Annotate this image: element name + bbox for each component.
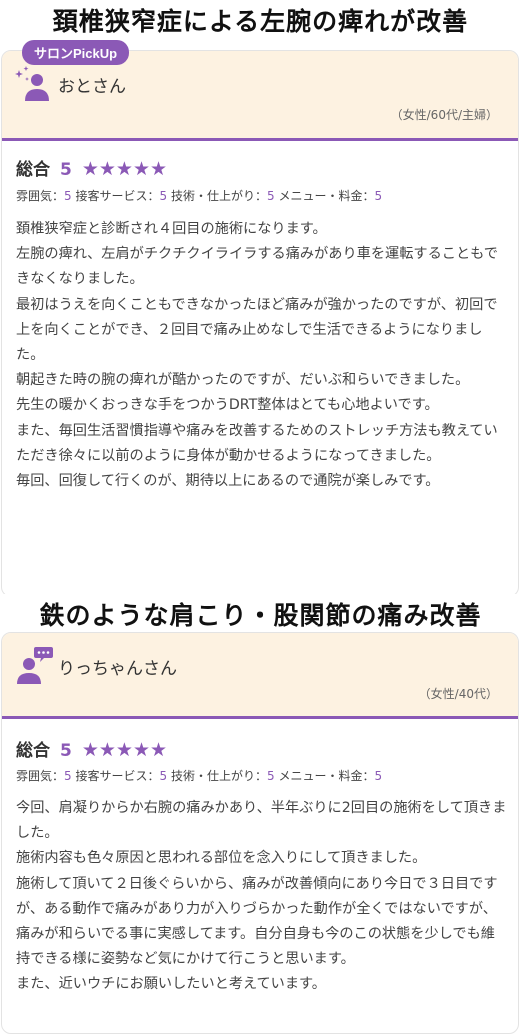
- star-rating-icon: ★★★★★: [81, 158, 168, 180]
- review-paragraph: 毎回、回復して行くのが、期待以上にあるので通院が楽しみです。: [16, 473, 440, 490]
- review-header: りっちゃんさん （女性/40代）: [2, 633, 518, 719]
- sub-rating-label: 雰囲気：: [16, 769, 65, 783]
- review-paragraph: 頚椎狭窄症と診断され４回目の施術になります。: [16, 221, 327, 237]
- overall-label: 総合: [16, 160, 50, 180]
- sub-rating-label: メニュー・料金：: [278, 189, 375, 203]
- sub-rating-label: メニュー・料金：: [278, 769, 375, 783]
- star-rating-icon: ★★★★★: [81, 739, 168, 761]
- sub-rating-value: 5: [374, 769, 383, 783]
- overall-label: 総合: [16, 741, 50, 761]
- overall-score: 5: [60, 741, 72, 761]
- sub-rating-value: 5: [266, 769, 275, 783]
- review-card-2: りっちゃんさん （女性/40代） 総合 5 ★★★★★ 雰囲気：5 接客サービス…: [1, 632, 519, 1034]
- review-body: 頚椎狭窄症と診断され４回目の施術になります。 左腕の痺れ、左肩がチクチクイライラ…: [16, 217, 508, 494]
- review-card-1: おとさん （女性/60代/主婦） 総合 5 ★★★★★ 雰囲気：5 接客サービス…: [1, 50, 519, 597]
- sparkle-user-icon: [14, 65, 50, 107]
- sub-rating-label: 接客サービス：: [75, 769, 160, 783]
- review-paragraph: 先生の暖かくおっきな手をつかうDRT整体はとても心地よいです。: [16, 397, 439, 414]
- rating-row: 総合 5 ★★★★★: [16, 736, 167, 761]
- overall-score: 5: [60, 160, 72, 180]
- sub-rating-value: 5: [64, 769, 72, 783]
- rating-row: 総合 5 ★★★★★: [16, 155, 167, 180]
- reviewer-demographic: （女性/40代）: [418, 687, 498, 701]
- review-paragraph: 最初はうえを向くこともできなかったほど痛みが強かったのですが、初回で上を向くこと…: [16, 296, 498, 364]
- sub-rating-value: 5: [159, 769, 168, 783]
- review-paragraph: 施術して頂いて２日後ぐらいから、痛みが改善傾向にあり今日で３日目ですが、ある動作…: [16, 875, 498, 968]
- review-paragraph: 今回、肩凝りからか右腕の痛みかあり、半年ぶりに2回目の施術をして頂きました。: [16, 800, 507, 842]
- sub-rating-value: 5: [64, 189, 72, 203]
- sub-rating-value: 5: [374, 189, 383, 203]
- review-paragraph: また、近いウチにお願いしたいと考えています。: [16, 976, 326, 993]
- review-paragraph: また、毎回生活習慣指導や痛みを改善するためのストレッチ方法も教えていただき徐々に…: [16, 422, 498, 464]
- reviewer-demographic: （女性/60代/主婦）: [390, 108, 498, 122]
- salon-pickup-badge: サロンPickUp: [22, 40, 130, 65]
- sub-rating-label: 雰囲気：: [16, 189, 65, 203]
- reviewer-name: りっちゃんさん: [58, 659, 177, 679]
- sub-rating-label: 技術・仕上がり：: [170, 189, 267, 203]
- sub-rating-value: 5: [266, 189, 275, 203]
- sub-ratings: 雰囲気：5 接客サービス：5 技術・仕上がり：5 メニュー・料金：5: [16, 767, 382, 784]
- sub-ratings: 雰囲気：5 接客サービス：5 技術・仕上がり：5 メニュー・料金：5: [16, 187, 382, 204]
- headline-2: 鉄のような肩こり・股関節の痛み改善: [0, 594, 521, 634]
- review-paragraph: 左腕の痺れ、左肩がチクチクイライラする痛みがあり車を運転することもできなくなりま…: [16, 246, 498, 288]
- chat-user-icon: [14, 645, 54, 689]
- review-paragraph: 施術内容も色々原因と思われる部位を念入りにして頂きました。: [16, 850, 427, 867]
- review-body: 今回、肩凝りからか右腕の痛みかあり、半年ぶりに2回目の施術をして頂きました。 施…: [16, 796, 508, 998]
- headline-1: 頚椎狭窄症による左腕の痺れが改善: [52, 7, 469, 36]
- sub-rating-label: 技術・仕上がり：: [170, 769, 267, 783]
- sub-rating-label: 接客サービス：: [75, 189, 160, 203]
- reviewer-name: おとさん: [58, 77, 126, 97]
- sub-rating-value: 5: [159, 189, 168, 203]
- review-paragraph: 朝起きた時の腕の痺れが酷かったのですが、だいぶ和らいできました。: [16, 372, 470, 389]
